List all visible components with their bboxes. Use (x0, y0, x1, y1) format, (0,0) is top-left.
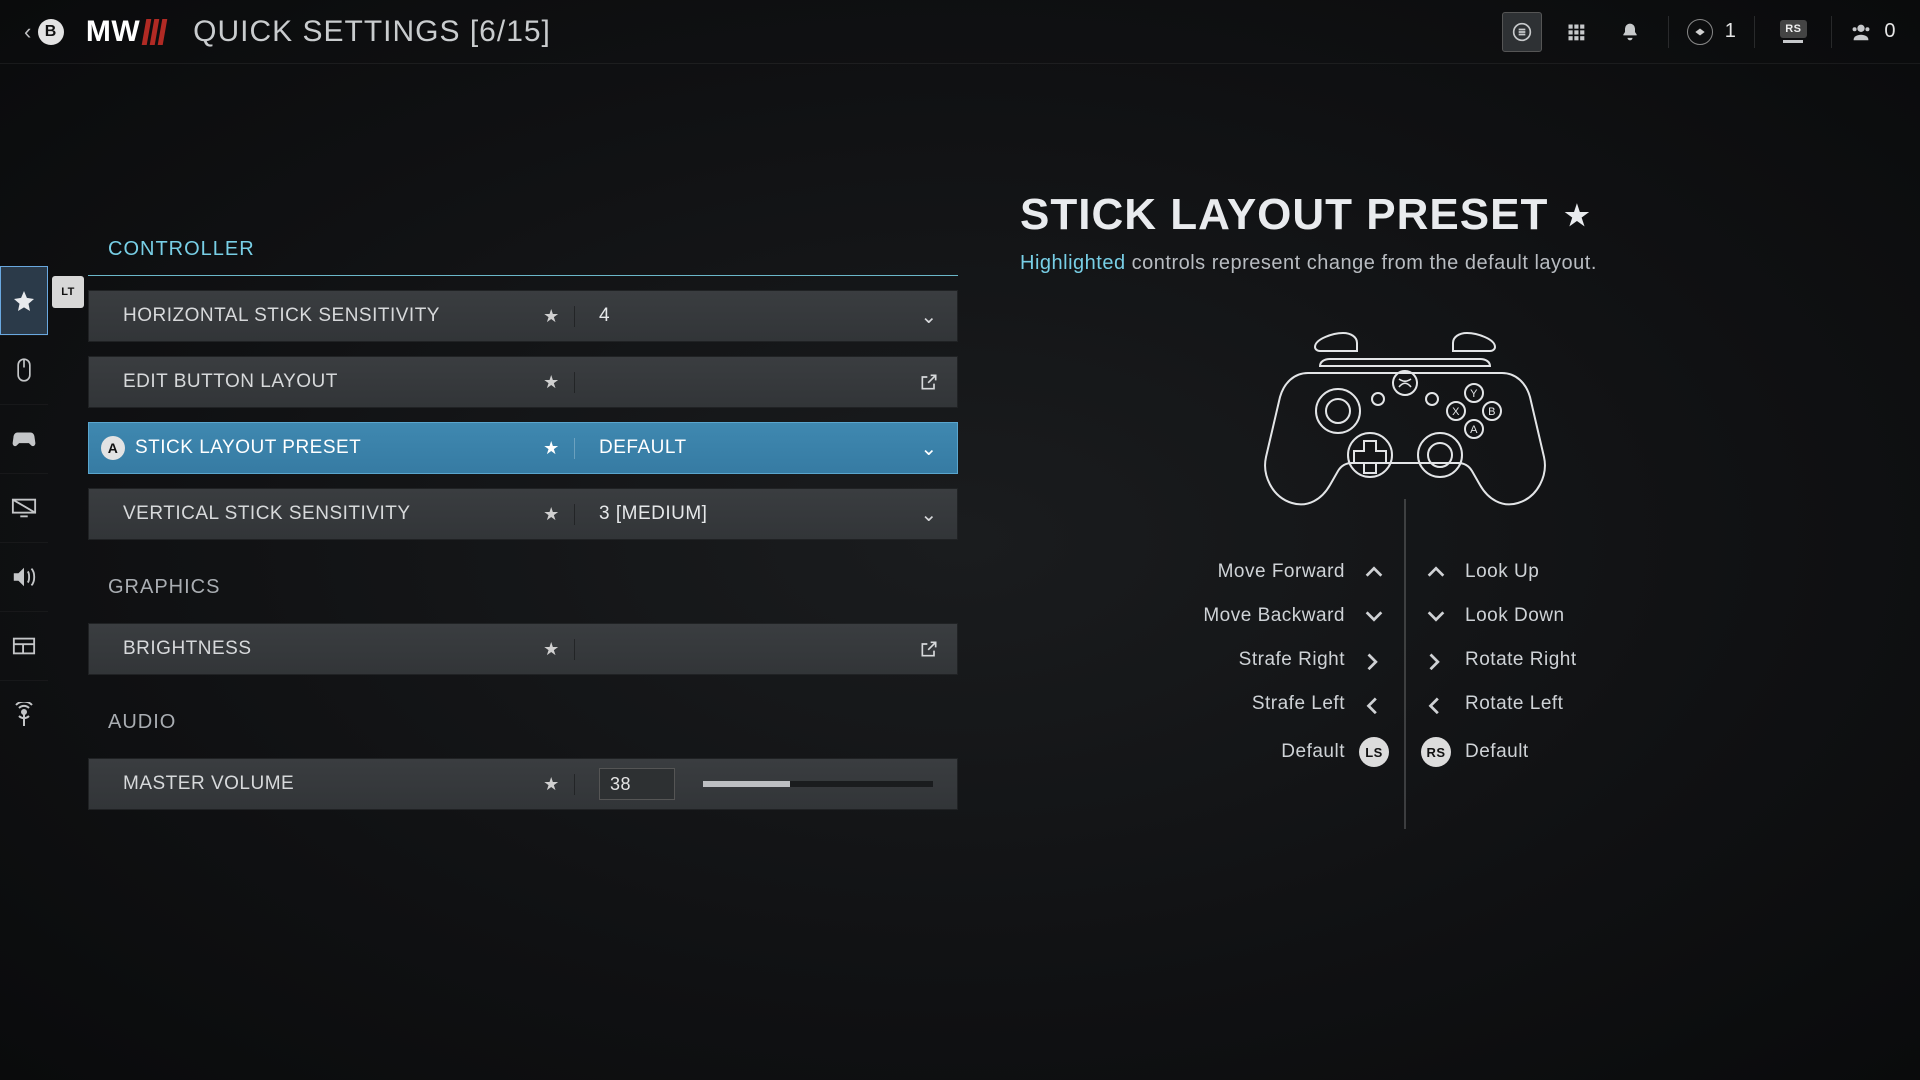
settings-column: CONTROLLER HORIZONTAL STICK SENSITIVITY … (88, 224, 958, 810)
row-stick-layout-preset[interactable]: A STICK LAYOUT PRESET ★ DEFAULT ⌄ (88, 422, 958, 474)
map-right-label: Default (1459, 741, 1629, 763)
map-right-label: Rotate Left (1459, 693, 1629, 715)
chevron-left-icon: ‹ (24, 19, 32, 45)
nav-controller[interactable] (0, 404, 48, 473)
rank-count: 1 (1725, 20, 1737, 43)
section-heading-audio: AUDIO (88, 675, 958, 744)
arrow-up-icon (1413, 562, 1459, 582)
party-widget[interactable]: 0 (1850, 12, 1896, 52)
stick-mapping: Move Forward Look Up Move Backward Look Dow… (1020, 561, 1790, 767)
map-left-label: Move Forward (1181, 561, 1351, 583)
map-right-label: Rotate Right (1459, 649, 1629, 671)
favorite-toggle[interactable]: ★ (529, 774, 575, 795)
layout-icon (12, 636, 36, 656)
row-label: VERTICAL STICK SENSITIVITY (123, 503, 411, 525)
menu-list-icon[interactable] (1502, 12, 1542, 52)
section-heading-controller: CONTROLLER (88, 224, 958, 276)
chevron-down-icon: ⌄ (901, 436, 957, 461)
favorite-toggle[interactable]: ★ (529, 438, 575, 459)
party-count: 0 (1884, 20, 1896, 43)
section-heading-graphics: GRAPHICS (88, 540, 958, 609)
row-value: DEFAULT (575, 437, 901, 459)
star-icon: ★ (1564, 199, 1590, 232)
svg-text:B: B (1488, 406, 1496, 418)
open-external-icon (901, 372, 957, 392)
chevron-down-icon: ⌄ (901, 304, 957, 329)
row-edit-button-layout[interactable]: EDIT BUTTON LAYOUT ★ (88, 356, 958, 408)
row-vertical-sensitivity[interactable]: VERTICAL STICK SENSITIVITY ★ 3 [MEDIUM] … (88, 488, 958, 540)
arrow-down-icon (1351, 606, 1397, 626)
map-right-label: Look Up (1459, 561, 1629, 583)
nav-display[interactable] (0, 473, 48, 542)
chevron-down-icon: ⌄ (901, 502, 957, 527)
open-external-icon (901, 639, 957, 659)
notifications-icon[interactable] (1610, 12, 1650, 52)
row-label: STICK LAYOUT PRESET (135, 437, 361, 459)
row-master-volume[interactable]: MASTER VOLUME ★ 38 (88, 758, 958, 810)
volume-slider[interactable] (703, 781, 933, 787)
ls-badge: LS (1351, 737, 1397, 767)
controller-diagram: Y X B A (1020, 329, 1790, 519)
arrow-down-icon (1413, 606, 1459, 626)
favorite-toggle[interactable]: ★ (529, 504, 575, 525)
arrow-right-icon (1413, 650, 1459, 670)
map-left-label: Default (1181, 741, 1351, 763)
page-title: QUICK SETTINGS [6/15] (193, 15, 551, 49)
mouse-icon (14, 357, 34, 383)
top-bar-right: 1 RS 0 (1502, 12, 1896, 52)
row-label: HORIZONTAL STICK SENSITIVITY (123, 305, 440, 327)
arrow-right-icon (1351, 650, 1397, 670)
grid-icon[interactable] (1556, 12, 1596, 52)
nav-mouse[interactable] (0, 335, 48, 404)
row-horizontal-sensitivity[interactable]: HORIZONTAL STICK SENSITIVITY ★ 4 ⌄ (88, 290, 958, 342)
controller-icon (11, 429, 37, 449)
map-left-label: Strafe Right (1181, 649, 1351, 671)
speaker-icon (11, 565, 37, 589)
svg-text:A: A (1470, 424, 1478, 436)
antenna-icon (12, 702, 36, 728)
back-button[interactable]: ‹ B (24, 19, 64, 45)
b-button-glyph: B (38, 19, 64, 45)
row-label: EDIT BUTTON LAYOUT (123, 371, 338, 393)
map-left-label: Strafe Left (1181, 693, 1351, 715)
rank-chevron-icon (1687, 19, 1713, 45)
arrow-left-icon (1413, 694, 1459, 714)
svg-text:Y: Y (1470, 388, 1478, 400)
map-right-label: Look Down (1459, 605, 1629, 627)
favorite-toggle[interactable]: ★ (529, 306, 575, 327)
row-value: 3 [MEDIUM] (575, 503, 901, 525)
rank-widget[interactable]: 1 (1687, 12, 1737, 52)
row-label: BRIGHTNESS (123, 638, 252, 660)
row-label: MASTER VOLUME (123, 773, 294, 795)
nav-audio[interactable] (0, 542, 48, 611)
favorite-toggle[interactable]: ★ (529, 639, 575, 660)
detail-title: STICK LAYOUT PRESET ★ (1020, 190, 1790, 240)
rs-badge: RS (1780, 20, 1806, 38)
row-value: 4 (575, 305, 901, 327)
volume-value-box[interactable]: 38 (599, 768, 675, 800)
profile-widget[interactable]: RS (1773, 12, 1813, 52)
nav-quick-settings[interactable] (0, 266, 48, 335)
rs-badge: RS (1413, 737, 1459, 767)
a-button-glyph: A (101, 436, 125, 460)
row-brightness[interactable]: BRIGHTNESS ★ (88, 623, 958, 675)
volume-slider-fill (703, 781, 790, 787)
star-icon (12, 289, 36, 313)
game-logo: MW (86, 15, 165, 49)
detail-subtitle: Highlighted controls represent change fr… (1020, 252, 1790, 275)
map-left-label: Move Backward (1181, 605, 1351, 627)
nav-interface[interactable] (0, 611, 48, 680)
arrow-left-icon (1351, 694, 1397, 714)
party-icon (1850, 21, 1872, 43)
top-bar: ‹ B MW QUICK SETTINGS [6/15] 1 RS (0, 0, 1920, 64)
lt-hint-badge: LT (52, 276, 84, 308)
svg-text:X: X (1452, 406, 1460, 418)
arrow-up-icon (1351, 562, 1397, 582)
left-category-nav (0, 266, 48, 749)
nav-network[interactable] (0, 680, 48, 749)
monitor-icon (11, 497, 37, 519)
mapping-separator (1404, 499, 1406, 829)
favorite-toggle[interactable]: ★ (529, 372, 575, 393)
detail-panel: STICK LAYOUT PRESET ★ Highlighted contro… (1020, 190, 1790, 767)
